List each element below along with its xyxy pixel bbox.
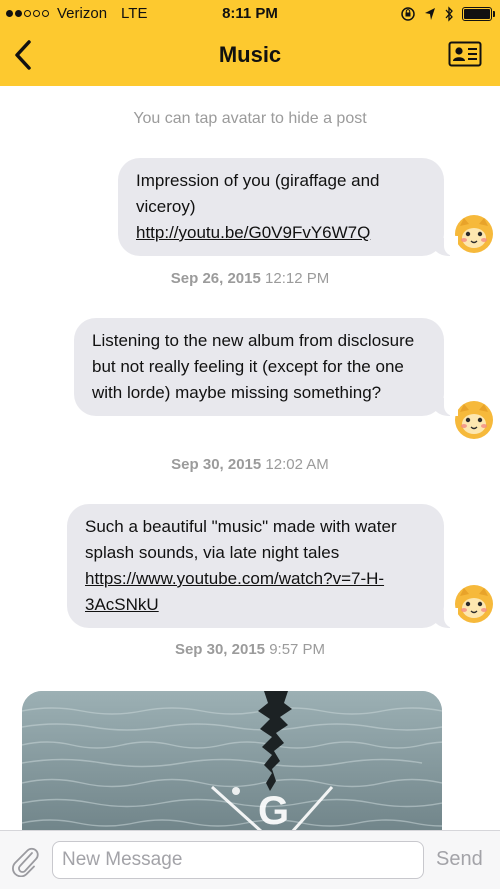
message-bubble[interactable]: Impression of you (giraffage and viceroy… — [118, 158, 458, 256]
timestamp-date: Sep 30, 2015 — [171, 456, 262, 473]
avatar-icon[interactable] — [454, 584, 494, 624]
rotation-lock-icon — [401, 7, 415, 21]
avatar-icon[interactable] — [454, 214, 494, 254]
photo-overlay-letter: G — [258, 789, 290, 833]
avatar-icon[interactable] — [454, 400, 494, 440]
battery-icon — [462, 7, 495, 21]
message-timestamp: Sep 26, 2015 12:12 PM — [0, 270, 500, 287]
message-bubble[interactable]: Listening to the new album from disclosu… — [74, 318, 458, 416]
compose-bar: Send — [0, 830, 500, 889]
message-text: Listening to the new album from disclosu… — [92, 331, 415, 402]
photo-post[interactable]: G — [22, 691, 442, 841]
send-button[interactable]: Send — [436, 848, 483, 871]
timestamp-date: Sep 26, 2015 — [170, 270, 261, 287]
bluetooth-icon — [445, 6, 453, 22]
timestamp-time: 12:12 PM — [265, 270, 330, 287]
message-timestamp: Sep 30, 2015 12:02 AM — [0, 456, 500, 473]
message-link[interactable]: http://youtu.be/G0V9FvY6W7Q — [136, 223, 370, 242]
location-arrow-icon — [425, 8, 435, 20]
page-title: Music — [218, 42, 282, 67]
status-right — [400, 6, 495, 22]
status-bar: Verizon LTE 8:11 PM — [0, 0, 500, 28]
message-timestamp: Sep 30, 2015 9:57 PM — [0, 641, 500, 658]
message-text: Such a beautiful "music" made with water… — [85, 517, 397, 562]
top-bar: Verizon LTE 8:11 PM Music — [0, 0, 500, 86]
water-photo — [22, 691, 442, 841]
timestamp-date: Sep 30, 2015 — [174, 641, 266, 658]
timestamp-time: 12:02 AM — [265, 456, 329, 473]
attach-button[interactable] — [10, 845, 40, 878]
message-bubble[interactable]: Such a beautiful "music" made with water… — [67, 504, 458, 628]
paperclip-icon — [12, 847, 39, 878]
id-card-icon — [448, 41, 482, 67]
profile-card-button[interactable] — [448, 40, 482, 68]
timestamp-time: 9:57 PM — [269, 641, 326, 658]
message-link[interactable]: https://www.youtube.com/watch?v=7-H-3AcS… — [85, 569, 384, 614]
message-text: Impression of you (giraffage and viceroy… — [136, 171, 380, 216]
message-input[interactable] — [52, 841, 424, 879]
hide-post-hint: You can tap avatar to hide a post — [133, 110, 367, 127]
